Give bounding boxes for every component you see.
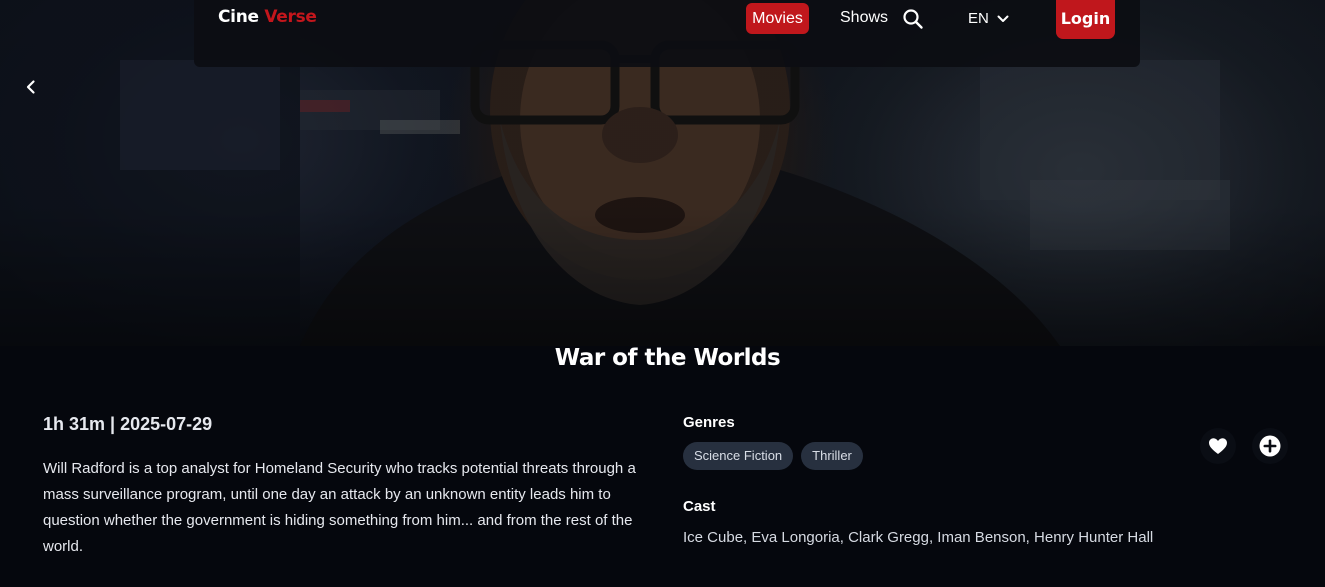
add-to-list-button[interactable] [1252, 428, 1288, 464]
logo-text-verse: Verse [264, 7, 317, 27]
language-selector[interactable]: EN [968, 10, 1009, 27]
search-icon[interactable] [902, 8, 924, 30]
movie-title: War of the Worlds [554, 345, 781, 371]
genres-heading: Genres [683, 414, 735, 431]
chevron-left-icon[interactable] [22, 78, 40, 96]
login-button[interactable]: Login [1056, 0, 1115, 39]
cast-heading: Cast [683, 498, 716, 515]
movie-overview: Will Radford is a top analyst for Homela… [43, 460, 636, 555]
logo[interactable]: Cine Verse [218, 7, 317, 27]
navbar: Cine Verse Movies Shows EN Login [194, 0, 1140, 67]
language-label: EN [968, 10, 989, 27]
favorite-button[interactable] [1200, 428, 1236, 464]
cast-list: Ice Cube, Eva Longoria, Clark Gregg, Ima… [683, 529, 1154, 546]
nav-shows-link[interactable]: Shows [840, 9, 888, 27]
heart-icon [1209, 438, 1227, 454]
genre-list: Science Fiction Thriller [683, 442, 863, 470]
genre-chip[interactable]: Science Fiction [683, 442, 794, 470]
genre-chip[interactable]: Thriller [801, 442, 863, 470]
nav-movies-link[interactable]: Movies [746, 3, 809, 34]
logo-text-cine: Cine [218, 7, 259, 27]
plus-circle-icon [1259, 435, 1281, 457]
chevron-down-icon [997, 15, 1009, 22]
movie-meta: 1h 31m | 2025-07-29 [43, 414, 213, 434]
